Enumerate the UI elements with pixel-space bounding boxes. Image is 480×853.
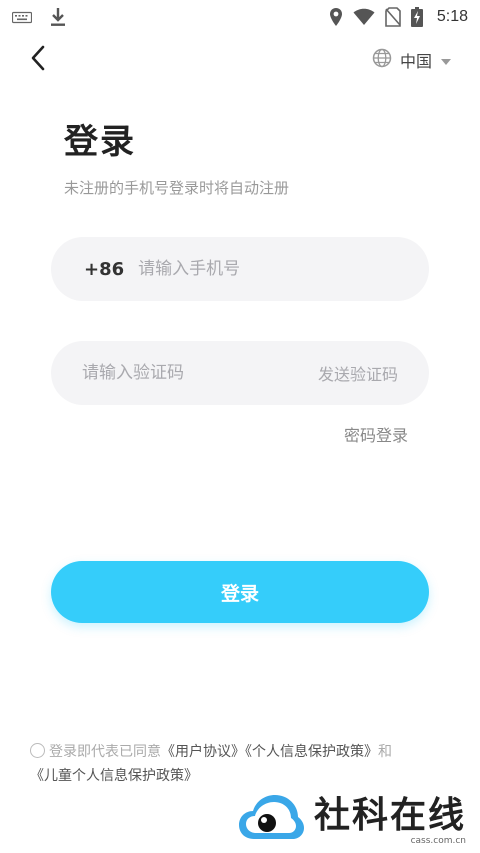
verification-code-input[interactable] bbox=[82, 341, 292, 405]
wifi-icon bbox=[353, 8, 375, 26]
agreement-prefix: 登录即代表已同意 bbox=[49, 744, 161, 760]
agreement-text: 登录即代表已同意《用户协议》《个人信息保护政策》和《儿童个人信息保护政策》 bbox=[30, 740, 450, 788]
code-field: 发送验证码 bbox=[51, 341, 429, 405]
region-label: 中国 bbox=[399, 52, 432, 71]
watermark-text-wrap: 社科在线 cass.com.cn bbox=[314, 794, 466, 846]
chevron-left-icon bbox=[29, 45, 47, 75]
send-code-button[interactable]: 发送验证码 bbox=[318, 361, 398, 385]
page-subtitle: 未注册的手机号登录时将自动注册 bbox=[64, 179, 290, 197]
region-selector[interactable]: 中国 bbox=[372, 46, 452, 74]
location-icon bbox=[329, 7, 343, 27]
phone-field: +86 bbox=[51, 237, 429, 301]
back-button[interactable] bbox=[22, 44, 54, 76]
agree-radio[interactable] bbox=[30, 743, 45, 758]
status-left bbox=[12, 7, 66, 27]
watermark: 社科在线 cass.com.cn bbox=[238, 793, 466, 847]
user-agreement-link[interactable]: 《用户协议》 bbox=[161, 744, 245, 760]
no-sim-icon bbox=[385, 7, 401, 27]
login-button[interactable]: 登录 bbox=[51, 561, 429, 623]
country-code[interactable]: +86 bbox=[84, 259, 124, 280]
page-title: 登录 bbox=[64, 122, 136, 162]
status-bar: 5:18 bbox=[0, 0, 480, 34]
status-time: 5:18 bbox=[436, 8, 468, 25]
cloud-eye-logo-icon bbox=[238, 793, 304, 847]
battery-charging-icon bbox=[410, 7, 423, 27]
status-right: 5:18 bbox=[329, 7, 468, 27]
password-login-link[interactable]: 密码登录 bbox=[344, 422, 408, 446]
children-policy-link[interactable]: 《儿童个人信息保护政策》 bbox=[30, 768, 198, 784]
watermark-url: cass.com.cn bbox=[410, 836, 466, 846]
keyboard-icon bbox=[12, 10, 32, 24]
globe-icon bbox=[372, 48, 392, 72]
caret-down-icon bbox=[440, 51, 452, 70]
privacy-policy-link[interactable]: 《个人信息保护政策》 bbox=[245, 744, 378, 760]
phone-input[interactable] bbox=[138, 237, 399, 301]
watermark-title: 社科在线 bbox=[313, 794, 466, 836]
agreement-and: 和 bbox=[378, 744, 392, 760]
download-icon bbox=[50, 7, 66, 27]
